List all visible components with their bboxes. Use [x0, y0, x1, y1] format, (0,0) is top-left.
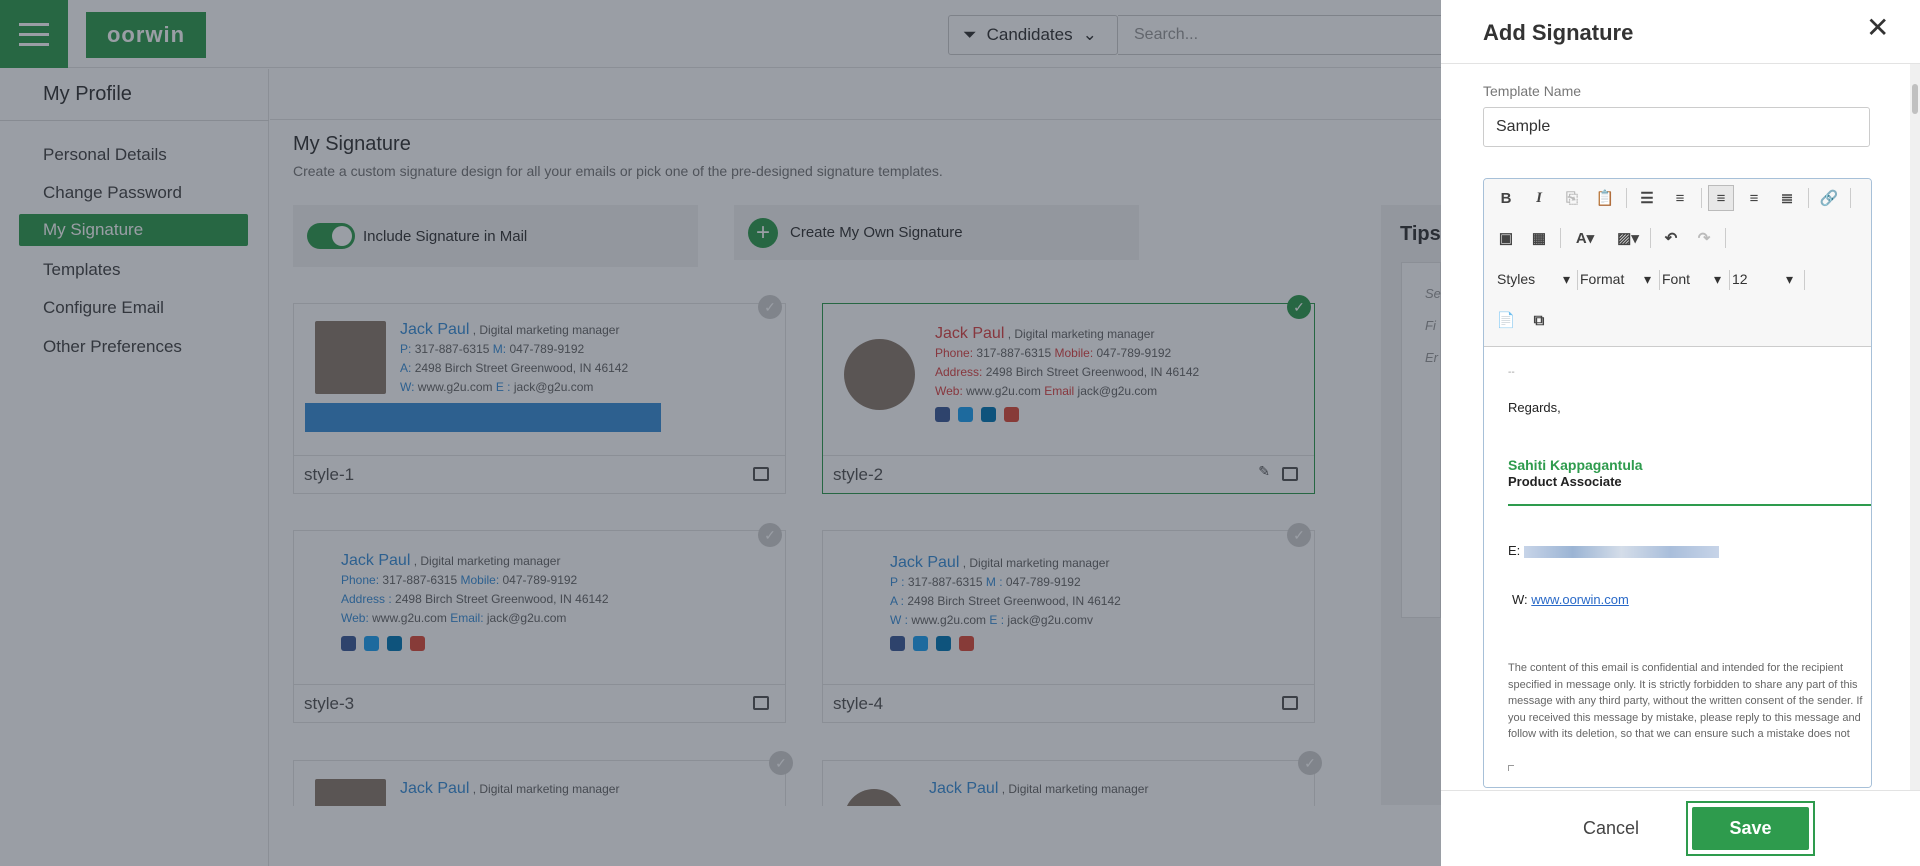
styles-label: Styles: [1497, 271, 1536, 287]
copy-icon[interactable]: ⎘: [1559, 185, 1585, 211]
divider: [1560, 228, 1561, 248]
add-signature-panel: Add Signature ✕ Template Name B I ⎘ 📋 ☰ …: [1441, 0, 1920, 866]
divider: [1725, 228, 1726, 248]
align-justify-icon[interactable]: ≣: [1774, 185, 1800, 211]
font-size-value: 12: [1732, 271, 1748, 287]
caret-icon: ▾: [1644, 271, 1652, 287]
text-color-icon[interactable]: A▾: [1567, 225, 1603, 251]
bullet-list-icon[interactable]: ☰: [1634, 185, 1660, 211]
panel-title: Add Signature: [1483, 20, 1634, 45]
divider: [1650, 228, 1651, 248]
rich-text-editor: B I ⎘ 📋 ☰ ≡ ≡ ≡ ≣ 🔗 ▣ ▦ A▾ ▨▾ ↶ ↷ Styles…: [1483, 178, 1872, 788]
caret-icon: ▾: [1714, 271, 1722, 287]
paste-icon[interactable]: 📋: [1592, 185, 1618, 211]
divider: [1441, 790, 1920, 791]
divider: [1659, 270, 1660, 290]
styles-dropdown[interactable]: Styles ▾: [1497, 267, 1577, 291]
format-label: Format: [1580, 271, 1625, 287]
undo-icon[interactable]: ↶: [1658, 225, 1684, 251]
modal-overlay[interactable]: [0, 0, 1441, 866]
align-left-icon[interactable]: ≡: [1708, 185, 1734, 211]
web-label: W:: [1512, 592, 1528, 607]
divider: [1441, 63, 1920, 64]
caret-icon: ▾: [1786, 271, 1794, 287]
signature-name: Sahiti Kappagantula: [1508, 457, 1643, 473]
signature-web-row: W: www.oorwin.com: [1512, 592, 1629, 607]
divider: [1701, 188, 1702, 208]
cancel-button[interactable]: Cancel: [1571, 812, 1651, 844]
italic-icon[interactable]: I: [1526, 185, 1552, 211]
save-button-focus-ring: Save: [1686, 801, 1815, 856]
panel-scrollbar[interactable]: [1910, 64, 1920, 790]
font-dropdown[interactable]: Font ▾: [1662, 267, 1730, 291]
email-label: E:: [1508, 543, 1521, 558]
signature-divider: [1508, 504, 1871, 506]
close-icon[interactable]: ✕: [1866, 14, 1889, 42]
divider: [1729, 270, 1730, 290]
paste-text-icon[interactable]: 📄: [1493, 307, 1519, 333]
editor-content[interactable]: -- Regards, Sahiti Kappagantula Product …: [1484, 347, 1871, 787]
signature-role: Product Associate: [1508, 474, 1622, 489]
divider: [1626, 188, 1627, 208]
numbered-list-icon[interactable]: ≡: [1667, 185, 1693, 211]
text-cursor-marker: [1508, 765, 1514, 771]
blurred-email: [1523, 545, 1719, 558]
divider: [1808, 188, 1809, 208]
divider: [1577, 270, 1578, 290]
template-name-input[interactable]: [1483, 107, 1870, 147]
font-label: Font: [1662, 271, 1691, 287]
caret-icon: ▾: [1563, 271, 1571, 287]
signature-disclaimer: The content of this email is confidentia…: [1508, 662, 1863, 745]
redo-icon[interactable]: ↷: [1691, 225, 1717, 251]
bold-icon[interactable]: B: [1493, 185, 1519, 211]
editor-toolbar: B I ⎘ 📋 ☰ ≡ ≡ ≡ ≣ 🔗 ▣ ▦ A▾ ▨▾ ↶ ↷ Styles…: [1484, 179, 1871, 347]
background-color-icon[interactable]: ▨▾: [1610, 225, 1646, 251]
signature-regards: Regards,: [1508, 400, 1561, 415]
web-link[interactable]: www.oorwin.com: [1531, 592, 1629, 607]
format-dropdown[interactable]: Format ▾: [1580, 267, 1660, 291]
link-icon[interactable]: 🔗: [1816, 185, 1842, 211]
divider: [1804, 270, 1805, 290]
source-code-icon[interactable]: ⧉: [1526, 307, 1552, 333]
image-icon[interactable]: ▣: [1493, 225, 1519, 251]
table-icon[interactable]: ▦: [1526, 225, 1552, 251]
signature-dashes: --: [1508, 367, 1515, 378]
divider: [1850, 188, 1851, 208]
signature-email-row: E:: [1508, 543, 1719, 558]
align-center-icon[interactable]: ≡: [1741, 185, 1767, 211]
font-size-dropdown[interactable]: 12 ▾: [1732, 267, 1800, 291]
save-button[interactable]: Save: [1692, 807, 1809, 850]
template-name-label: Template Name: [1483, 83, 1582, 99]
